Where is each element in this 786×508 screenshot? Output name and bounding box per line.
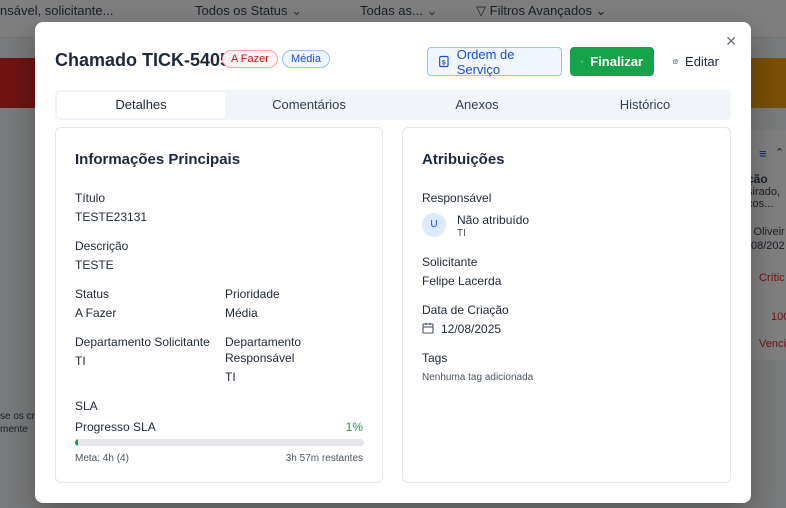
- tags-label: Tags: [422, 351, 448, 365]
- requesting-department-value: TI: [75, 354, 86, 368]
- created-date-value: 12/08/2025: [441, 322, 502, 336]
- tab-history[interactable]: Histórico: [561, 92, 729, 118]
- requester-value: Felipe Lacerda: [422, 274, 502, 288]
- priority-badge: Média: [282, 50, 330, 68]
- edit-button[interactable]: Editar: [662, 47, 730, 76]
- title-label: Título: [75, 191, 106, 205]
- main-info-heading: Informações Principais: [75, 151, 241, 168]
- sla-progress-percent: 1%: [345, 420, 363, 434]
- tab-bar: Detalhes Comentários Anexos Histórico: [55, 90, 731, 120]
- sla-progress-label: Progresso SLA: [75, 420, 156, 434]
- assignments-card: Atribuições Responsável U Não atribuído …: [402, 127, 731, 483]
- responsible-department: TI: [457, 228, 466, 239]
- tab-attachments[interactable]: Anexos: [393, 92, 561, 118]
- check-circle-icon: [581, 60, 584, 63]
- finalize-button[interactable]: Finalizar: [570, 47, 654, 76]
- requester-label: Solicitante: [422, 255, 478, 269]
- tags-empty-text: Nenhuma tag adicionada: [422, 372, 534, 383]
- main-info-card: Informações Principais Título TESTE23131…: [55, 127, 383, 483]
- ticket-title: Chamado TICK-5405: [55, 50, 231, 70]
- sla-heading: SLA: [75, 399, 98, 413]
- description-value: TESTE: [75, 258, 114, 272]
- assignments-heading: Atribuições: [422, 151, 505, 168]
- priority-value: Média: [225, 306, 258, 320]
- close-icon[interactable]: ✕: [725, 34, 737, 48]
- requesting-department-label: Departamento Solicitante: [75, 335, 210, 349]
- responsible-name: Não atribuído: [457, 213, 530, 227]
- sla-goal: Meta: 4h (4): [75, 453, 129, 464]
- status-badge: A Fazer: [222, 50, 278, 68]
- sla-remaining: 3h 57m restantes: [285, 453, 363, 464]
- title-value: TESTE23131: [75, 210, 148, 224]
- sla-progress-bar: [75, 439, 364, 446]
- description-label: Descrição: [75, 239, 129, 253]
- created-date-label: Data de Criação: [422, 303, 509, 317]
- priority-label: Prioridade: [225, 287, 280, 301]
- responsible-department-label: Responsável: [225, 351, 295, 365]
- status-label: Status: [75, 287, 110, 301]
- edit-icon: [673, 59, 678, 64]
- tab-comments[interactable]: Comentários: [225, 92, 393, 118]
- responsible-label: Responsável: [422, 191, 492, 205]
- calendar-icon: [422, 322, 434, 334]
- document-dollar-icon: $: [439, 55, 449, 68]
- responsible-department-label: Departamento: [225, 335, 302, 349]
- tab-details[interactable]: Detalhes: [57, 92, 225, 118]
- status-value: A Fazer: [75, 306, 117, 320]
- responsible-department-value: TI: [225, 370, 236, 384]
- ticket-modal: ✕ Chamado TICK-5405 A Fazer Média $ Orde…: [35, 22, 751, 503]
- sla-progress-fill: [75, 439, 78, 446]
- avatar: U: [422, 213, 446, 237]
- svg-text:$: $: [442, 59, 446, 66]
- service-order-button[interactable]: $ Ordem de Serviço: [427, 47, 562, 77]
